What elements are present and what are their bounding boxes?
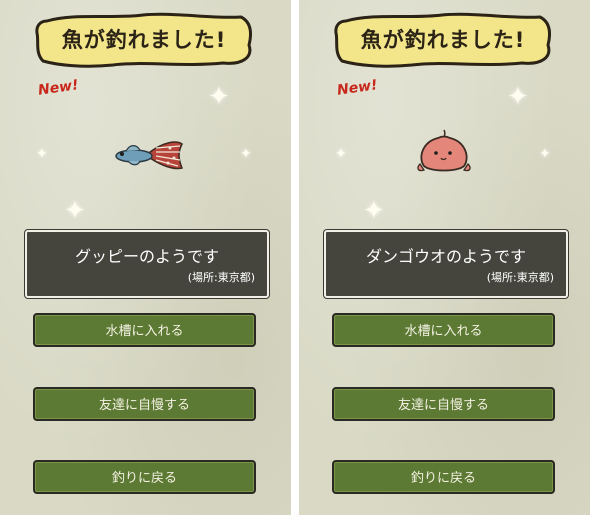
fish-info-box: グッピーのようです (場所:東京都) — [25, 230, 269, 298]
sparkle-icon: ✦ — [507, 82, 529, 112]
dango-uo-fish-icon — [417, 129, 471, 172]
catch-title: 魚が釣れました! — [360, 28, 526, 52]
sparkle-icon: ✦ — [539, 146, 551, 162]
sparkle-icon: ✦ — [208, 82, 230, 112]
put-in-tank-button[interactable]: 水槽に入れる — [332, 313, 555, 347]
catch-screen-right: 魚が釣れました! New! ✦ ✦ ✦ ✦ ダンゴウオのようです (場所:東京都… — [299, 0, 590, 515]
catch-location: (場所:東京都) — [187, 271, 255, 284]
fish-info-box: ダンゴウオのようです (場所:東京都) — [324, 230, 568, 298]
sparkle-icon: ✦ — [64, 196, 86, 226]
back-to-fishing-button[interactable]: 釣りに戻る — [33, 460, 256, 494]
catch-screen-left: 魚が釣れました! New! ✦ ✦ ✦ ✦ グッピーのようです (場所:東京都)… — [0, 0, 291, 515]
title-banner: 魚が釣れました! — [33, 11, 255, 69]
fish-name: グッピーのようです — [74, 247, 219, 266]
guppy-fish-icon — [115, 141, 184, 170]
sparkle-icon: ✦ — [240, 146, 252, 162]
catch-location: (場所:東京都) — [486, 271, 554, 284]
brag-to-friends-button[interactable]: 友達に自慢する — [332, 387, 555, 421]
sparkle-icon: ✦ — [335, 146, 347, 162]
back-to-fishing-button[interactable]: 釣りに戻る — [332, 460, 555, 494]
title-banner: 魚が釣れました! — [332, 11, 554, 69]
sparkle-icon: ✦ — [36, 146, 48, 162]
new-badge: New! — [336, 77, 379, 99]
sparkle-icon: ✦ — [363, 196, 385, 226]
new-badge: New! — [37, 77, 80, 99]
brag-to-friends-button[interactable]: 友達に自慢する — [33, 387, 256, 421]
fish-name: ダンゴウオのようです — [365, 247, 526, 266]
put-in-tank-button[interactable]: 水槽に入れる — [33, 313, 256, 347]
catch-title: 魚が釣れました! — [61, 28, 227, 52]
